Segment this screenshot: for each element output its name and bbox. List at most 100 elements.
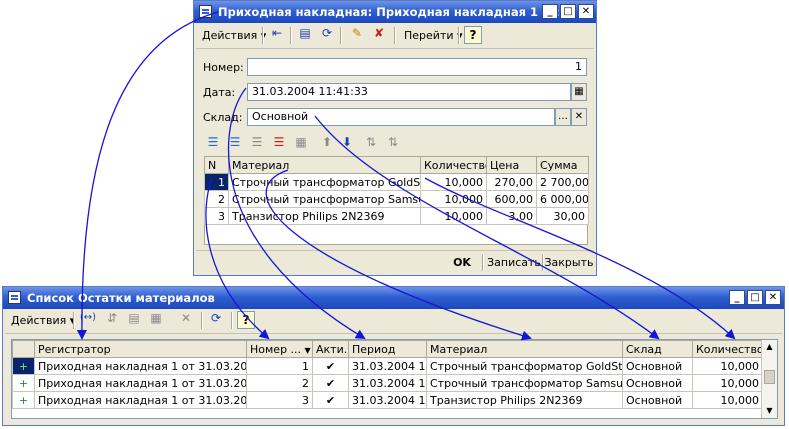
column-header[interactable]: Сумма <box>536 156 589 174</box>
table-row[interactable]: + Приходная накладная 1 от 31.03.2004 ..… <box>12 357 763 375</box>
quantity-cell[interactable]: 10,000 <box>692 357 763 375</box>
number-cell[interactable]: 2 <box>246 374 313 392</box>
period-cell[interactable]: 31.03.2004 1... <box>348 374 427 392</box>
save-button[interactable]: Записать <box>486 252 542 274</box>
number-cell[interactable]: 1 <box>246 357 313 375</box>
help-icon[interactable]: ? <box>464 26 482 44</box>
edit-row-icon[interactable]: ☰ <box>248 133 266 151</box>
column-header[interactable]: N <box>204 156 229 174</box>
scroll-thumb[interactable] <box>764 370 775 384</box>
table-row[interactable]: 2 Строчный трансформатор Samsung 10,000 … <box>204 190 589 208</box>
row-number-cell[interactable]: 3 <box>204 207 229 225</box>
back-arrow-icon[interactable]: ⇤ <box>268 24 286 42</box>
close-button[interactable]: Закрыть <box>544 252 594 274</box>
document-view-icon[interactable]: ▤ <box>296 24 314 42</box>
list-title-bar[interactable]: Список Остатки материалов _ □ ✕ <box>3 287 784 309</box>
warehouse-cell[interactable]: Основной <box>622 391 693 409</box>
quantity-cell[interactable]: 10,000 <box>692 391 763 409</box>
end-edit-icon[interactable]: ▦ <box>292 133 310 151</box>
delete-row-icon[interactable]: ☰ <box>270 133 288 151</box>
active-cell[interactable]: ✔ <box>312 391 349 409</box>
quantity-cell[interactable]: 10,000 <box>420 190 487 208</box>
post-document-icon[interactable]: ✎ <box>348 24 366 42</box>
actions-menu-button[interactable]: Действия ▾ <box>198 26 270 45</box>
close-icon[interactable]: ✕ <box>578 4 594 19</box>
sum-cell[interactable]: 6 000,00 <box>536 190 589 208</box>
table-row[interactable]: 3 Транзистор Philips 2N2369 10,000 3,00 … <box>204 207 589 225</box>
column-header[interactable]: Цена <box>486 156 537 174</box>
quantity-cell[interactable]: 10,000 <box>420 173 487 191</box>
column-header[interactable]: Материал <box>426 340 623 358</box>
filter-list-icon[interactable]: ⇵ <box>103 309 121 327</box>
maximize-icon[interactable]: □ <box>747 290 763 305</box>
clear-filter-icon[interactable]: ✕ <box>177 309 195 327</box>
column-header[interactable]: Акти... <box>312 340 349 358</box>
sort-descending-icon[interactable]: ⇅ <box>384 133 402 151</box>
active-cell[interactable]: ✔ <box>312 374 349 392</box>
minimize-icon[interactable]: _ <box>542 4 558 19</box>
quantity-cell[interactable]: 10,000 <box>692 374 763 392</box>
calendar-icon[interactable]: ▦ <box>571 83 587 101</box>
table-row[interactable]: + Приходная накладная 1 от 31.03.2004 ..… <box>12 391 763 409</box>
interval-icon[interactable]: (↔) <box>79 309 97 327</box>
column-header[interactable]: Количество <box>420 156 487 174</box>
refresh-icon[interactable]: ⟳ <box>318 24 336 42</box>
scroll-down-icon[interactable]: ▼ <box>762 404 777 418</box>
column-header[interactable] <box>12 340 35 358</box>
active-cell[interactable]: ✔ <box>312 357 349 375</box>
vertical-scrollbar[interactable]: ▲ ▼ <box>761 340 777 418</box>
select-icon[interactable]: … <box>555 108 571 126</box>
quantity-cell[interactable]: 10,000 <box>420 207 487 225</box>
add-row-icon[interactable]: ☰ <box>204 133 222 151</box>
material-cell[interactable]: Строчный трансформатор GoldStar <box>426 357 623 375</box>
number-field[interactable]: 1 <box>247 58 587 76</box>
row-number-cell[interactable]: 2 <box>204 190 229 208</box>
scroll-up-icon[interactable]: ▲ <box>762 340 777 354</box>
copy-row-icon[interactable]: ☰ <box>226 133 244 151</box>
period-cell[interactable]: 31.03.2004 1... <box>348 357 427 375</box>
refresh-icon[interactable]: ⟳ <box>207 309 225 327</box>
column-header[interactable]: Материал <box>228 156 421 174</box>
registrar-cell[interactable]: Приходная накладная 1 от 31.03.2004 ... <box>34 357 247 375</box>
column-header[interactable]: Регистратор <box>34 340 247 358</box>
filter-value-icon[interactable]: ▤ <box>125 309 143 327</box>
column-header[interactable]: Количество <box>692 340 763 358</box>
unpost-document-icon[interactable]: ✘ <box>370 24 388 42</box>
registrar-cell[interactable]: Приходная накладная 1 от 31.03.2004 ... <box>34 391 247 409</box>
minimize-icon[interactable]: _ <box>729 290 745 305</box>
invoice-title-bar[interactable]: Приходная накладная: Приходная накладная… <box>194 1 596 23</box>
date-field[interactable]: 31.03.2004 11:41:33 <box>247 83 571 101</box>
warehouse-cell[interactable]: Основной <box>622 357 693 375</box>
sum-cell[interactable]: 2 700,00 <box>536 173 589 191</box>
clear-icon[interactable]: ✕ <box>571 108 587 126</box>
table-empty-area[interactable] <box>204 225 588 245</box>
column-header[interactable]: Период <box>348 340 427 358</box>
table-row[interactable]: + Приходная накладная 1 от 31.03.2004 ..… <box>12 374 763 392</box>
move-up-icon[interactable]: ⬆ <box>318 133 336 151</box>
help-icon[interactable]: ? <box>237 311 255 329</box>
goto-menu-button[interactable]: Перейти ▾ <box>400 26 467 45</box>
ok-button[interactable]: OK <box>444 252 480 274</box>
price-cell[interactable]: 600,00 <box>486 190 537 208</box>
table-row[interactable]: 1 Строчный трансформатор GoldStar 10,000… <box>204 173 589 191</box>
warehouse-cell[interactable]: Основной <box>622 374 693 392</box>
column-header[interactable]: Номер ... ▼ <box>246 340 313 358</box>
material-cell[interactable]: Транзистор Philips 2N2369 <box>426 391 623 409</box>
number-cell[interactable]: 3 <box>246 391 313 409</box>
registrar-cell[interactable]: Приходная накладная 1 от 31.03.2004 ... <box>34 374 247 392</box>
price-cell[interactable]: 270,00 <box>486 173 537 191</box>
sort-ascending-icon[interactable]: ⇅ <box>362 133 380 151</box>
filter-menu-icon[interactable]: ▦ <box>147 309 165 327</box>
warehouse-field[interactable]: Основной <box>247 108 555 126</box>
material-cell[interactable]: Транзистор Philips 2N2369 <box>228 207 421 225</box>
sum-cell[interactable]: 30,00 <box>536 207 589 225</box>
period-cell[interactable]: 31.03.2004 1... <box>348 391 427 409</box>
column-header[interactable]: Склад <box>622 340 693 358</box>
material-cell[interactable]: Строчный трансформатор GoldStar <box>228 173 421 191</box>
material-cell[interactable]: Строчный трансформатор Samsung <box>228 190 421 208</box>
close-icon[interactable]: ✕ <box>765 290 781 305</box>
maximize-icon[interactable]: □ <box>560 4 576 19</box>
row-number-cell[interactable]: 1 <box>204 173 229 191</box>
move-down-icon[interactable]: ⬇ <box>338 133 356 151</box>
actions-menu-button[interactable]: Действия ▾ <box>7 311 79 330</box>
